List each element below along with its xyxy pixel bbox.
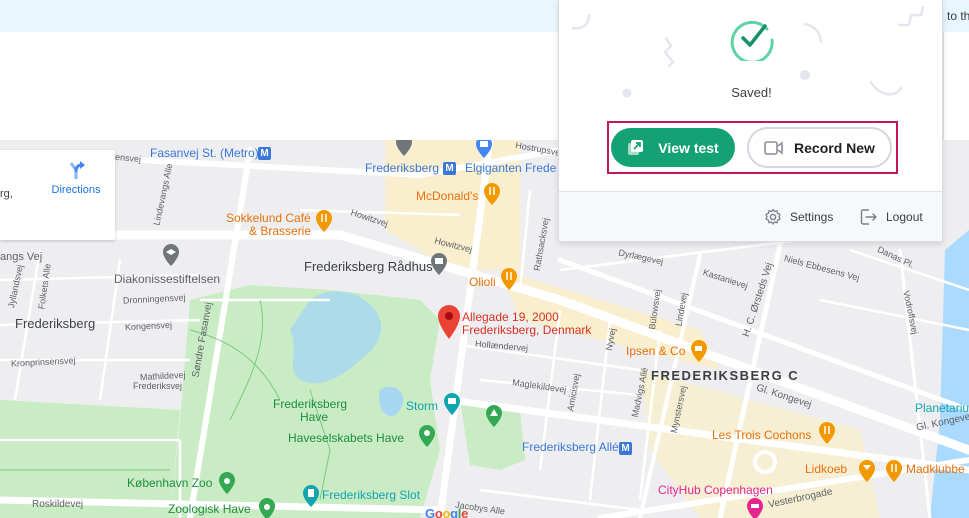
zoo-marker-icon[interactable] — [258, 498, 276, 518]
restaurant-marker-icon[interactable] — [818, 422, 836, 444]
record-new-button[interactable]: Record New — [747, 127, 892, 168]
shopping-marker-icon[interactable] — [475, 140, 493, 158]
map-label: Frederiksberg — [15, 316, 96, 331]
selected-location-pin-icon[interactable] — [437, 305, 461, 339]
map-label[interactable]: Elgiganten Frede — [465, 162, 556, 174]
castle-marker-icon[interactable] — [302, 485, 320, 507]
address-line-2: Frederiksberg, Denmark — [462, 323, 592, 337]
map-label[interactable]: McDonald's — [416, 190, 478, 202]
logout-link[interactable]: Logout — [860, 208, 923, 226]
zoo-marker-icon[interactable] — [218, 472, 236, 494]
map-label[interactable]: Frederiksberg — [273, 398, 347, 410]
map-label[interactable]: Haveselskabets Have — [288, 432, 404, 444]
bar-marker-icon[interactable] — [858, 460, 876, 482]
screen: to th M M M Fasanvej St. (Metro) Frederi… — [0, 0, 969, 518]
popup-footer: Settings Logout — [559, 191, 942, 241]
map-label[interactable]: Olioli — [469, 276, 496, 288]
map-label[interactable]: Zoologisk Have — [168, 503, 251, 515]
map-label[interactable]: Frederiksberg Rådhus — [304, 260, 433, 273]
settings-link[interactable]: Settings — [764, 208, 833, 226]
place-info-card: rg, Directions — [0, 150, 115, 240]
map-label[interactable]: Have — [300, 411, 328, 423]
map-label[interactable]: & Brasserie — [249, 225, 311, 237]
gear-icon — [765, 208, 781, 225]
map-label[interactable]: Frederiksberg Allé — [522, 441, 619, 453]
poi-marker-icon[interactable] — [395, 140, 413, 156]
metro-icon: M — [258, 147, 271, 160]
hotel-marker-icon[interactable] — [746, 498, 764, 518]
street-label: Roskildevej — [32, 499, 84, 510]
status-message: Saved! — [731, 85, 772, 100]
external-link-icon — [628, 140, 644, 155]
district-label: FREDERIKSBERG C — [651, 368, 800, 383]
map-label[interactable]: Ipsen & Co — [626, 345, 685, 357]
map-label[interactable]: Madklubbe — [906, 463, 965, 475]
view-test-label: View test — [658, 139, 719, 156]
restaurant-marker-icon[interactable] — [885, 460, 903, 482]
metro-icon: M — [619, 442, 632, 455]
record-new-label: Record New — [794, 139, 875, 156]
directions-label: Directions — [51, 184, 101, 196]
map-label[interactable]: CityHub Copenhagen — [658, 484, 773, 496]
logout-icon — [860, 209, 877, 225]
street-label: angs Vej — [0, 251, 43, 263]
place-address-partial: rg, — [0, 188, 13, 200]
park-marker-icon[interactable] — [485, 405, 503, 427]
address-line-1: Allegade 19, 2000 — [462, 310, 559, 324]
banner-text: to th — [947, 9, 969, 23]
selected-location-label[interactable]: Allegade 19, 2000 Frederiksberg, Denmark — [462, 311, 591, 337]
map-label[interactable]: Lidkoeb — [805, 463, 847, 475]
cafe-marker-icon[interactable] — [690, 340, 708, 362]
map-label[interactable]: Les Trois Cochons — [712, 429, 811, 441]
map-label[interactable]: Frederiksberg — [365, 162, 439, 174]
map-label[interactable]: Diakonissestiftelsen — [114, 273, 220, 285]
garden-marker-icon[interactable] — [418, 425, 436, 447]
school-marker-icon[interactable] — [162, 244, 180, 266]
street-label: Frederiksvej — [133, 381, 183, 391]
settings-label: Settings — [790, 210, 834, 224]
restaurant-marker-icon[interactable] — [315, 210, 333, 232]
video-camera-icon — [764, 140, 783, 155]
restaurant-marker-icon[interactable] — [483, 183, 501, 205]
success-check-icon — [730, 20, 774, 61]
museum-marker-icon[interactable] — [443, 393, 461, 415]
metro-icon: M — [443, 162, 456, 175]
extension-popup: Saved! View test Record New Settings Log… — [558, 0, 943, 242]
restaurant-marker-icon[interactable] — [500, 268, 518, 290]
logout-label: Logout — [886, 210, 923, 224]
page-edge — [943, 32, 969, 140]
view-test-button[interactable]: View test — [611, 128, 735, 167]
map-label[interactable]: Sokkelund Café — [226, 212, 311, 224]
map-label[interactable]: Frederiksberg Slot — [322, 489, 420, 501]
directions-icon — [69, 161, 85, 179]
directions-button[interactable]: Directions — [48, 160, 104, 196]
map-label[interactable]: Fasanvej St. (Metro) — [150, 147, 259, 159]
google-logo: Google — [425, 506, 469, 518]
map-label[interactable]: Storm — [406, 400, 438, 412]
map-label[interactable]: København Zoo — [127, 477, 212, 489]
